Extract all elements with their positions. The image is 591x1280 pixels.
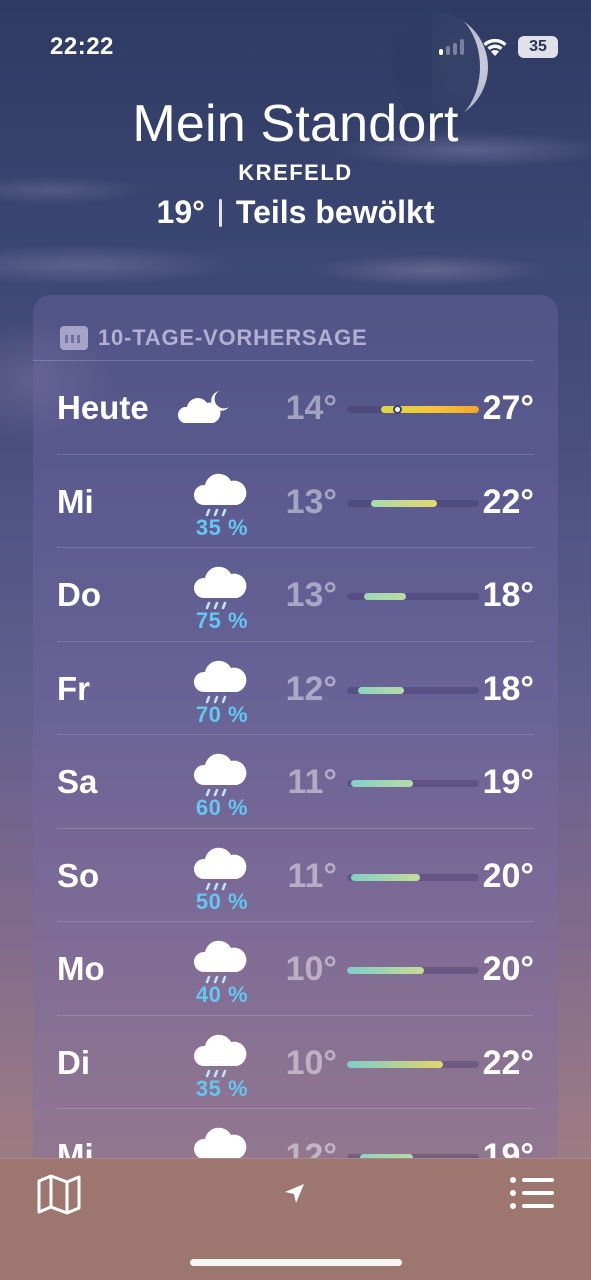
low-temperature: 10° xyxy=(285,950,337,988)
low-temperature: 14° xyxy=(285,389,337,427)
high-temperature: 19° xyxy=(482,763,534,801)
temperature-range-bar xyxy=(347,405,479,414)
current-temperature: 19° xyxy=(156,194,205,230)
low-temperature: 10° xyxy=(285,1043,337,1082)
high-temperature: 18° xyxy=(482,669,534,708)
temperature-range-bar xyxy=(347,873,479,881)
low-temperature: 11° xyxy=(287,856,337,895)
precipitation-chance: 70 % xyxy=(195,701,249,727)
status-bar: 22:22 35 xyxy=(0,0,591,90)
forecast-rows: Heute 14° 27° Mi 35 % 13° 22° Do 75 % 13° 18° Fr 70 … xyxy=(57,361,534,1195)
temperature-range-fill xyxy=(347,967,424,974)
location-arrow-icon[interactable] xyxy=(282,1181,308,1207)
forecast-card-header: 10-TAGE-VORHERSAGE xyxy=(33,295,534,361)
high-temperature: 20° xyxy=(482,950,534,988)
precipitation-chance: 75 % xyxy=(195,608,249,633)
calendar-icon xyxy=(60,325,88,350)
forecast-day: Mi xyxy=(57,482,94,520)
temperature-range-bar xyxy=(347,780,479,787)
low-temperature: 13° xyxy=(285,576,337,614)
temperature-range-bar xyxy=(347,1060,479,1068)
low-temperature: 13° xyxy=(285,482,337,521)
high-temperature: 22° xyxy=(482,1043,534,1082)
forecast-day: Fr xyxy=(57,669,90,707)
forecast-day: Heute xyxy=(57,389,149,426)
city-name: KREFELD xyxy=(238,160,353,185)
temperature-range-bar xyxy=(347,593,479,600)
low-temperature: 12° xyxy=(285,669,337,708)
forecast-row[interactable]: Mi 35 % 13° 22° xyxy=(57,455,534,548)
forecast-day: So xyxy=(57,856,100,894)
low-temperature: 11° xyxy=(287,763,337,801)
precipitation-chance: 50 % xyxy=(195,888,249,914)
home-indicator[interactable] xyxy=(190,1259,402,1266)
temperature-range-bar xyxy=(347,686,479,694)
forecast-row[interactable]: Do 75 % 13° 18° xyxy=(57,548,534,642)
map-icon[interactable] xyxy=(36,1173,82,1215)
current-summary: 19° Teils bewölkt xyxy=(0,194,591,231)
location-header: Mein Standort KREFELD 19° Teils bewölkt xyxy=(0,94,591,231)
temperature-range-bar xyxy=(347,967,479,974)
high-temperature: 18° xyxy=(482,576,534,614)
temperature-range-fill xyxy=(370,499,437,507)
forecast-card-title: 10-TAGE-VORHERSAGE xyxy=(98,324,368,350)
temperature-range-fill xyxy=(347,1060,444,1068)
current-condition: Teils bewölkt xyxy=(235,194,435,230)
status-time: 22:22 xyxy=(50,33,114,60)
temperature-range-fill xyxy=(357,686,404,694)
forecast-day: Mo xyxy=(57,950,105,987)
signal-icon xyxy=(439,37,479,55)
location-title: Mein Standort xyxy=(132,95,459,153)
high-temperature: 20° xyxy=(482,856,534,895)
temperature-range-bar xyxy=(347,499,479,507)
precipitation-chance: 35 % xyxy=(195,1075,249,1101)
precipitation-chance: 60 % xyxy=(195,795,249,820)
forecast-row[interactable]: Fr 70 % 12° 18° xyxy=(57,642,534,735)
wifi-icon xyxy=(483,38,507,56)
forecast-row[interactable]: So 50 % 11° 20° xyxy=(57,829,534,922)
forecast-row[interactable]: Mo 40 % 10° 20° xyxy=(57,922,534,1016)
high-temperature: 22° xyxy=(482,482,534,521)
list-icon[interactable] xyxy=(508,1175,556,1211)
high-temperature: 27° xyxy=(482,389,534,427)
forecast-row[interactable]: Heute 14° 27° xyxy=(57,361,534,455)
temperature-range-fill xyxy=(350,873,420,881)
summary-divider xyxy=(218,198,222,227)
forecast-day: Sa xyxy=(57,763,98,800)
temperature-range-fill xyxy=(350,780,413,787)
temperature-range-fill xyxy=(364,593,407,600)
battery-indicator: 35 xyxy=(518,36,558,58)
forecast-row[interactable]: Di 35 % 10° 22° xyxy=(57,1016,534,1109)
precipitation-chance: 40 % xyxy=(195,982,249,1007)
forecast-day: Di xyxy=(57,1043,90,1081)
forecast-day: Do xyxy=(57,576,101,613)
partly-cloudy-night-icon xyxy=(175,383,245,453)
forecast-row[interactable]: Sa 60 % 11° 19° xyxy=(57,735,534,829)
ten-day-forecast-card[interactable]: 10-TAGE-VORHERSAGE Heute 14° 27° Mi 35 % 13° 2… xyxy=(33,295,558,1195)
precipitation-chance: 35 % xyxy=(195,514,249,540)
